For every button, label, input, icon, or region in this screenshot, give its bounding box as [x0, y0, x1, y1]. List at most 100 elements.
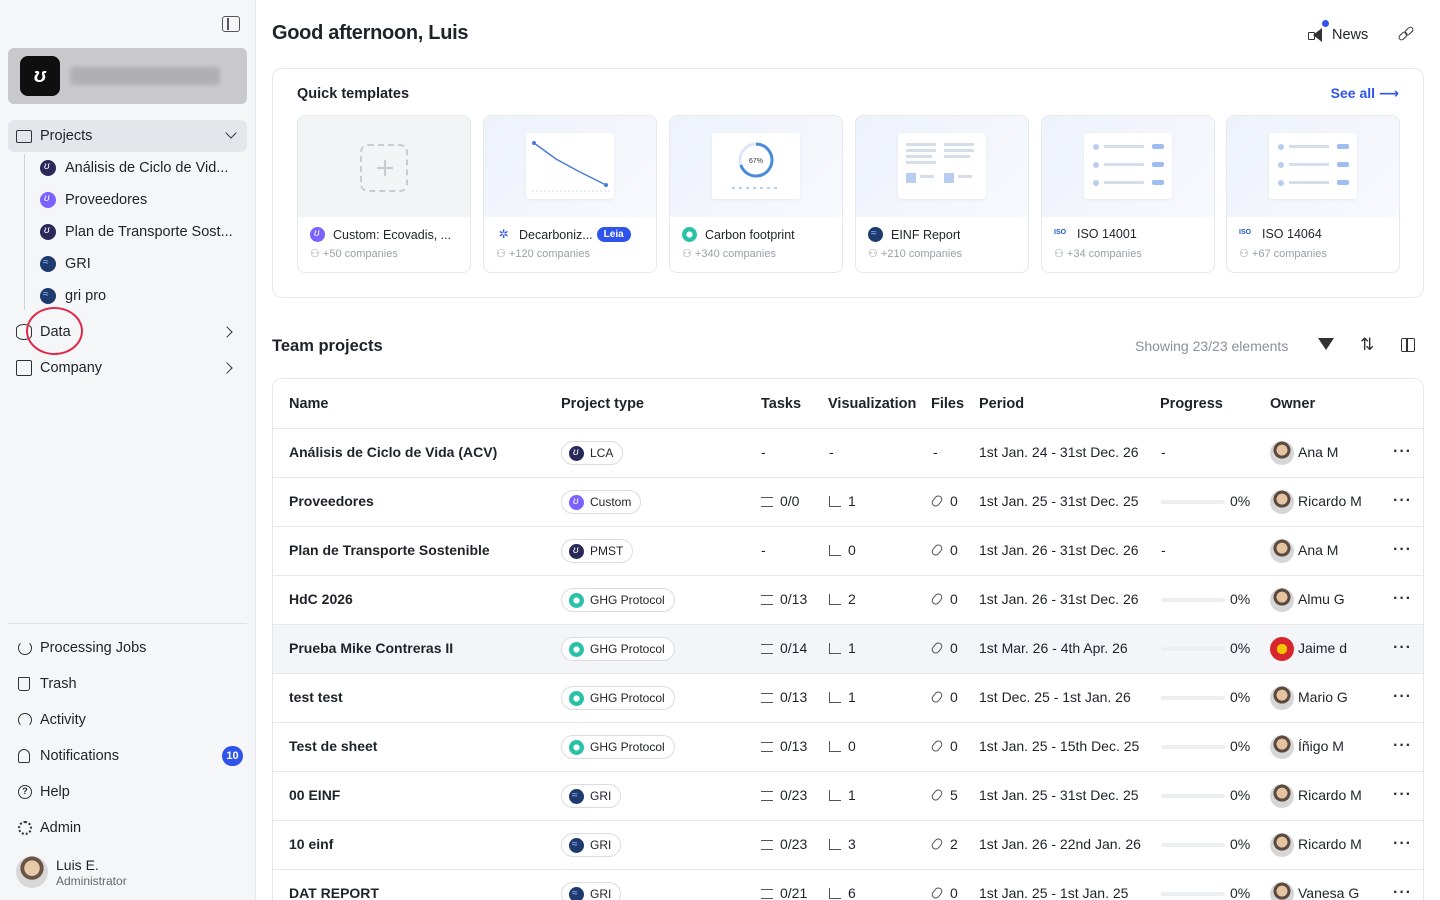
template-card-carbon-footprint[interactable]: 67% Carbon footprint ⚇ +340 companies — [669, 115, 843, 273]
filter-icon[interactable] — [1318, 338, 1334, 350]
sidebar-project-item[interactable]: gri pro — [40, 280, 245, 312]
more-options-icon[interactable]: ··· — [1393, 492, 1412, 510]
column-header-period[interactable]: Period — [979, 396, 1024, 412]
tasks-cell: - — [761, 444, 766, 460]
sidebar-item-processing-jobs[interactable]: Processing Jobs — [8, 632, 247, 664]
news-button[interactable]: News — [1308, 25, 1368, 45]
project-type-chip: GHG Protocol — [561, 686, 675, 710]
template-card-iso-14001[interactable]: ISO ISO 14001 ⚇ +34 companies — [1041, 115, 1215, 273]
organization-switcher[interactable]: ʊ — [8, 48, 247, 104]
sort-icon[interactable] — [1360, 335, 1376, 355]
more-options-icon[interactable]: ··· — [1393, 737, 1412, 755]
sidebar-project-item[interactable]: Proveedores — [40, 184, 245, 216]
project-name[interactable]: Prueba Mike Contreras II — [289, 640, 453, 656]
project-name[interactable]: Análisis de Ciclo de Vida (ACV) — [289, 444, 497, 460]
table-row[interactable]: test test GHG Protocol 0/13 1 0 1st Dec. 25 -… — [273, 673, 1423, 722]
project-type-label: GRI — [590, 838, 612, 852]
column-header-files[interactable]: Files — [931, 396, 964, 412]
sidebar: ʊ Projects Análisis de Ciclo de Vid... P… — [0, 0, 256, 900]
checklist-icon — [761, 644, 773, 654]
quick-templates-panel: Quick templates See all ⟶ Custom: Ecovad… — [272, 68, 1424, 298]
columns-icon[interactable] — [1401, 338, 1415, 352]
column-header-progress[interactable]: Progress — [1160, 396, 1223, 412]
table-row[interactable]: 10 einf GRI 0/23 3 2 1st Jan. 26 - 22nd Jan. … — [273, 820, 1423, 869]
template-card-iso-14064[interactable]: ISO ISO 14064 ⚇ +67 companies — [1226, 115, 1400, 273]
avatar — [1270, 490, 1294, 514]
progress-ring-preview: 67% — [712, 133, 800, 199]
project-name[interactable]: HdC 2026 — [289, 591, 353, 607]
avatar[interactable] — [16, 856, 48, 888]
template-name: Carbon footprint — [682, 227, 832, 242]
more-options-icon[interactable]: ··· — [1393, 443, 1412, 461]
tasks-cell: 0/13 — [761, 738, 807, 754]
project-name[interactable]: Test de sheet — [289, 738, 377, 754]
chevron-right-icon[interactable] — [221, 326, 233, 338]
template-card-decarbonization[interactable]: ✲ Decarboniz... Leia ⚇ +120 companies — [483, 115, 657, 273]
files-cell: 0 — [930, 640, 958, 656]
template-thumbnail — [856, 116, 1028, 217]
column-header-name[interactable]: Name — [289, 396, 329, 412]
leia-badge: Leia — [596, 227, 631, 242]
bar-chart-icon — [829, 888, 841, 899]
user-name[interactable]: Luis E. — [56, 857, 99, 873]
files-value: 0 — [950, 640, 958, 656]
column-header-tasks[interactable]: Tasks — [761, 396, 801, 412]
template-companies: ⚇ +50 companies — [310, 248, 398, 260]
ghg-icon — [569, 690, 584, 706]
avatar — [1270, 441, 1294, 465]
sidebar-project-label: GRI — [65, 256, 91, 272]
chevron-down-icon[interactable] — [225, 127, 237, 139]
files-value: 0 — [950, 591, 958, 607]
project-name[interactable]: 10 einf — [289, 836, 333, 852]
table-row[interactable]: DAT REPORT GRI 0/21 6 0 1st Jan. 25 - 1st Jan… — [273, 869, 1423, 900]
sidebar-item-company[interactable]: Company — [8, 352, 247, 384]
template-name-text: EINF Report — [891, 227, 961, 242]
element-count: Showing 23/23 elements — [1135, 338, 1289, 354]
more-options-icon[interactable]: ··· — [1393, 639, 1412, 657]
more-options-icon[interactable]: ··· — [1393, 541, 1412, 559]
template-card-custom[interactable]: Custom: Ecovadis, ... ⚇ +50 companies — [297, 115, 471, 273]
table-row[interactable]: Prueba Mike Contreras II GHG Protocol 0/14… — [273, 624, 1423, 673]
column-header-owner[interactable]: Owner — [1270, 396, 1315, 412]
sidebar-item-admin[interactable]: Admin — [8, 812, 247, 844]
sidebar-item-activity[interactable]: Activity — [8, 704, 247, 736]
notification-count-badge: 10 — [222, 746, 243, 766]
project-name[interactable]: Plan de Transporte Sostenible — [289, 542, 490, 558]
progress-value: 0% — [1230, 689, 1251, 705]
chevron-right-icon[interactable] — [221, 362, 233, 374]
sidebar-project-item[interactable]: GRI — [40, 248, 245, 280]
table-row[interactable]: Test de sheet GHG Protocol 0/13 0 0 1st Jan. … — [273, 722, 1423, 771]
more-options-icon[interactable]: ··· — [1393, 786, 1412, 804]
see-all-link[interactable]: See all ⟶ — [1331, 85, 1399, 102]
project-name[interactable]: 00 EINF — [289, 787, 340, 803]
sidebar-project-item[interactable]: Análisis de Ciclo de Vid... — [40, 152, 245, 184]
sidebar-project-item[interactable]: Plan de Transporte Sost... — [40, 216, 245, 248]
table-row[interactable]: HdC 2026 GHG Protocol 0/13 2 0 1st Jan. 26 - … — [273, 575, 1423, 624]
project-name[interactable]: Proveedores — [289, 493, 374, 509]
sidebar-item-notifications[interactable]: Notifications 10 — [8, 740, 247, 772]
progress-ring-svg: 67% — [732, 142, 780, 189]
more-options-icon[interactable]: ··· — [1393, 884, 1412, 900]
column-header-visualization[interactable]: Visualization — [828, 396, 916, 412]
table-row[interactable]: 00 EINF GRI 0/23 1 5 1st Jan. 25 - 31st Dec. … — [273, 771, 1423, 820]
column-header-project-type[interactable]: Project type — [561, 396, 644, 412]
more-options-icon[interactable]: ··· — [1393, 688, 1412, 706]
sidebar-item-help[interactable]: ? Help — [8, 776, 247, 808]
table-row[interactable]: Plan de Transporte Sostenible PMST - 0 0 1st … — [273, 526, 1423, 575]
more-options-icon[interactable]: ··· — [1393, 835, 1412, 853]
project-type-label: PMST — [590, 544, 624, 558]
project-name[interactable]: DAT REPORT — [289, 885, 379, 900]
sidebar-item-trash[interactable]: Trash — [8, 668, 247, 700]
more-options-icon[interactable]: ··· — [1393, 590, 1412, 608]
sidebar-item-projects[interactable]: Projects — [8, 120, 247, 152]
progress-bar — [1161, 696, 1225, 700]
tasks-cell: 0/13 — [761, 591, 807, 607]
table-row[interactable]: Proveedores Custom 0/0 1 0 1st Jan. 25 - 31st… — [273, 477, 1423, 526]
template-card-einf[interactable]: EINF Report ⚇ +210 companies — [855, 115, 1029, 273]
visualization-value: 1 — [848, 493, 856, 509]
project-name[interactable]: test test — [289, 689, 343, 705]
help-icon: ? — [18, 785, 32, 799]
link-icon[interactable] — [1397, 25, 1415, 42]
sidebar-collapse-icon[interactable] — [222, 16, 240, 32]
table-row[interactable]: Análisis de Ciclo de Vida (ACV) LCA - - - 1st… — [273, 428, 1423, 477]
